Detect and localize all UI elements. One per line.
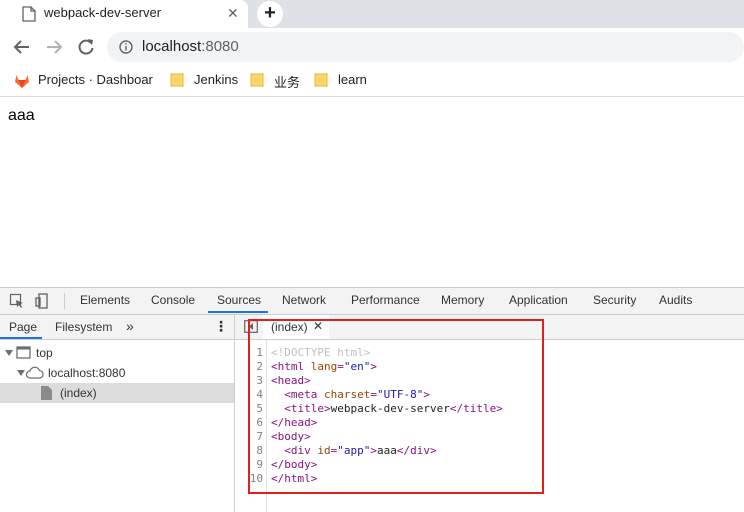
inspect-element-icon[interactable] <box>9 293 25 309</box>
tab-sources[interactable]: Sources <box>217 293 261 307</box>
bookmark-label: learn <box>338 72 367 87</box>
sources-navigator: Page Filesystem » ⋮ top localhost:8080 (… <box>0 315 235 512</box>
folder-icon <box>250 73 264 87</box>
active-tab-indicator <box>208 311 268 313</box>
tab-memory[interactable]: Memory <box>441 293 484 307</box>
back-icon[interactable] <box>12 37 32 57</box>
url-text: localhost:8080 <box>142 38 239 55</box>
folder-icon <box>170 73 184 87</box>
expand-arrow-icon[interactable] <box>17 369 25 377</box>
tree-item-top[interactable]: top <box>0 343 234 363</box>
file-icon <box>41 386 52 400</box>
tab-page[interactable]: Page <box>9 320 37 334</box>
tree-item-localhost[interactable]: localhost:8080 <box>0 363 234 383</box>
tab-console[interactable]: Console <box>151 293 195 307</box>
url-host: localhost <box>142 38 202 55</box>
tab-title: webpack-dev-server <box>44 5 162 20</box>
bookmark-label: 业务 <box>274 75 301 90</box>
tree-item-label: localhost:8080 <box>48 366 126 380</box>
forward-icon[interactable] <box>44 37 64 57</box>
address-bar[interactable]: localhost:8080 <box>107 32 744 62</box>
tab-security[interactable]: Security <box>593 293 636 307</box>
navigator-menu-icon[interactable]: ⋮ <box>214 318 228 335</box>
tab-network[interactable]: Network <box>282 293 326 307</box>
expand-arrow-icon[interactable] <box>5 349 13 357</box>
cloud-icon <box>26 366 44 379</box>
more-tabs-icon[interactable]: » <box>126 318 134 334</box>
navigator-tab-bar: Page Filesystem » ⋮ <box>0 315 234 340</box>
devtools-tab-bar: Elements Console Sources Network Perform… <box>0 288 744 315</box>
reload-icon[interactable] <box>76 37 96 57</box>
bookmark-label: Projects · Dashboar <box>38 72 153 87</box>
page-viewport: aaa <box>0 97 744 285</box>
annotation-highlight-box <box>248 319 544 494</box>
page-content-text: aaa <box>8 107 35 124</box>
tree-item-index[interactable]: (index) <box>0 383 234 403</box>
url-port: :8080 <box>201 38 239 55</box>
tab-audits[interactable]: Audits <box>659 293 692 307</box>
tab-elements[interactable]: Elements <box>80 293 130 307</box>
toolbar-divider <box>64 293 65 309</box>
device-toolbar-icon[interactable] <box>35 293 51 309</box>
tree-item-label: (index) <box>60 386 97 400</box>
browser-tab[interactable]: webpack-dev-server ✕ <box>0 0 248 28</box>
gitlab-icon <box>15 75 29 88</box>
info-icon[interactable] <box>119 40 133 54</box>
tree-item-label: top <box>36 346 53 360</box>
tab-strip: webpack-dev-server ✕ + <box>0 0 744 28</box>
tab-performance[interactable]: Performance <box>351 293 420 307</box>
bookmark-label: Jenkins <box>194 72 239 87</box>
close-tab-icon[interactable]: ✕ <box>227 5 239 21</box>
frame-icon <box>16 346 31 359</box>
navigator-active-indicator <box>0 337 42 339</box>
tab-application[interactable]: Application <box>509 293 568 307</box>
bookmark-projects[interactable]: Projects · Dashboar <box>14 72 154 90</box>
folder-icon <box>314 73 328 87</box>
browser-toolbar: localhost:8080 <box>0 28 744 66</box>
new-tab-button[interactable]: + <box>257 1 283 27</box>
tab-filesystem[interactable]: Filesystem <box>55 320 112 334</box>
bookmarks-bar: Projects · Dashboar Jenkins 业务 learn <box>0 66 744 97</box>
page-icon <box>22 6 36 22</box>
